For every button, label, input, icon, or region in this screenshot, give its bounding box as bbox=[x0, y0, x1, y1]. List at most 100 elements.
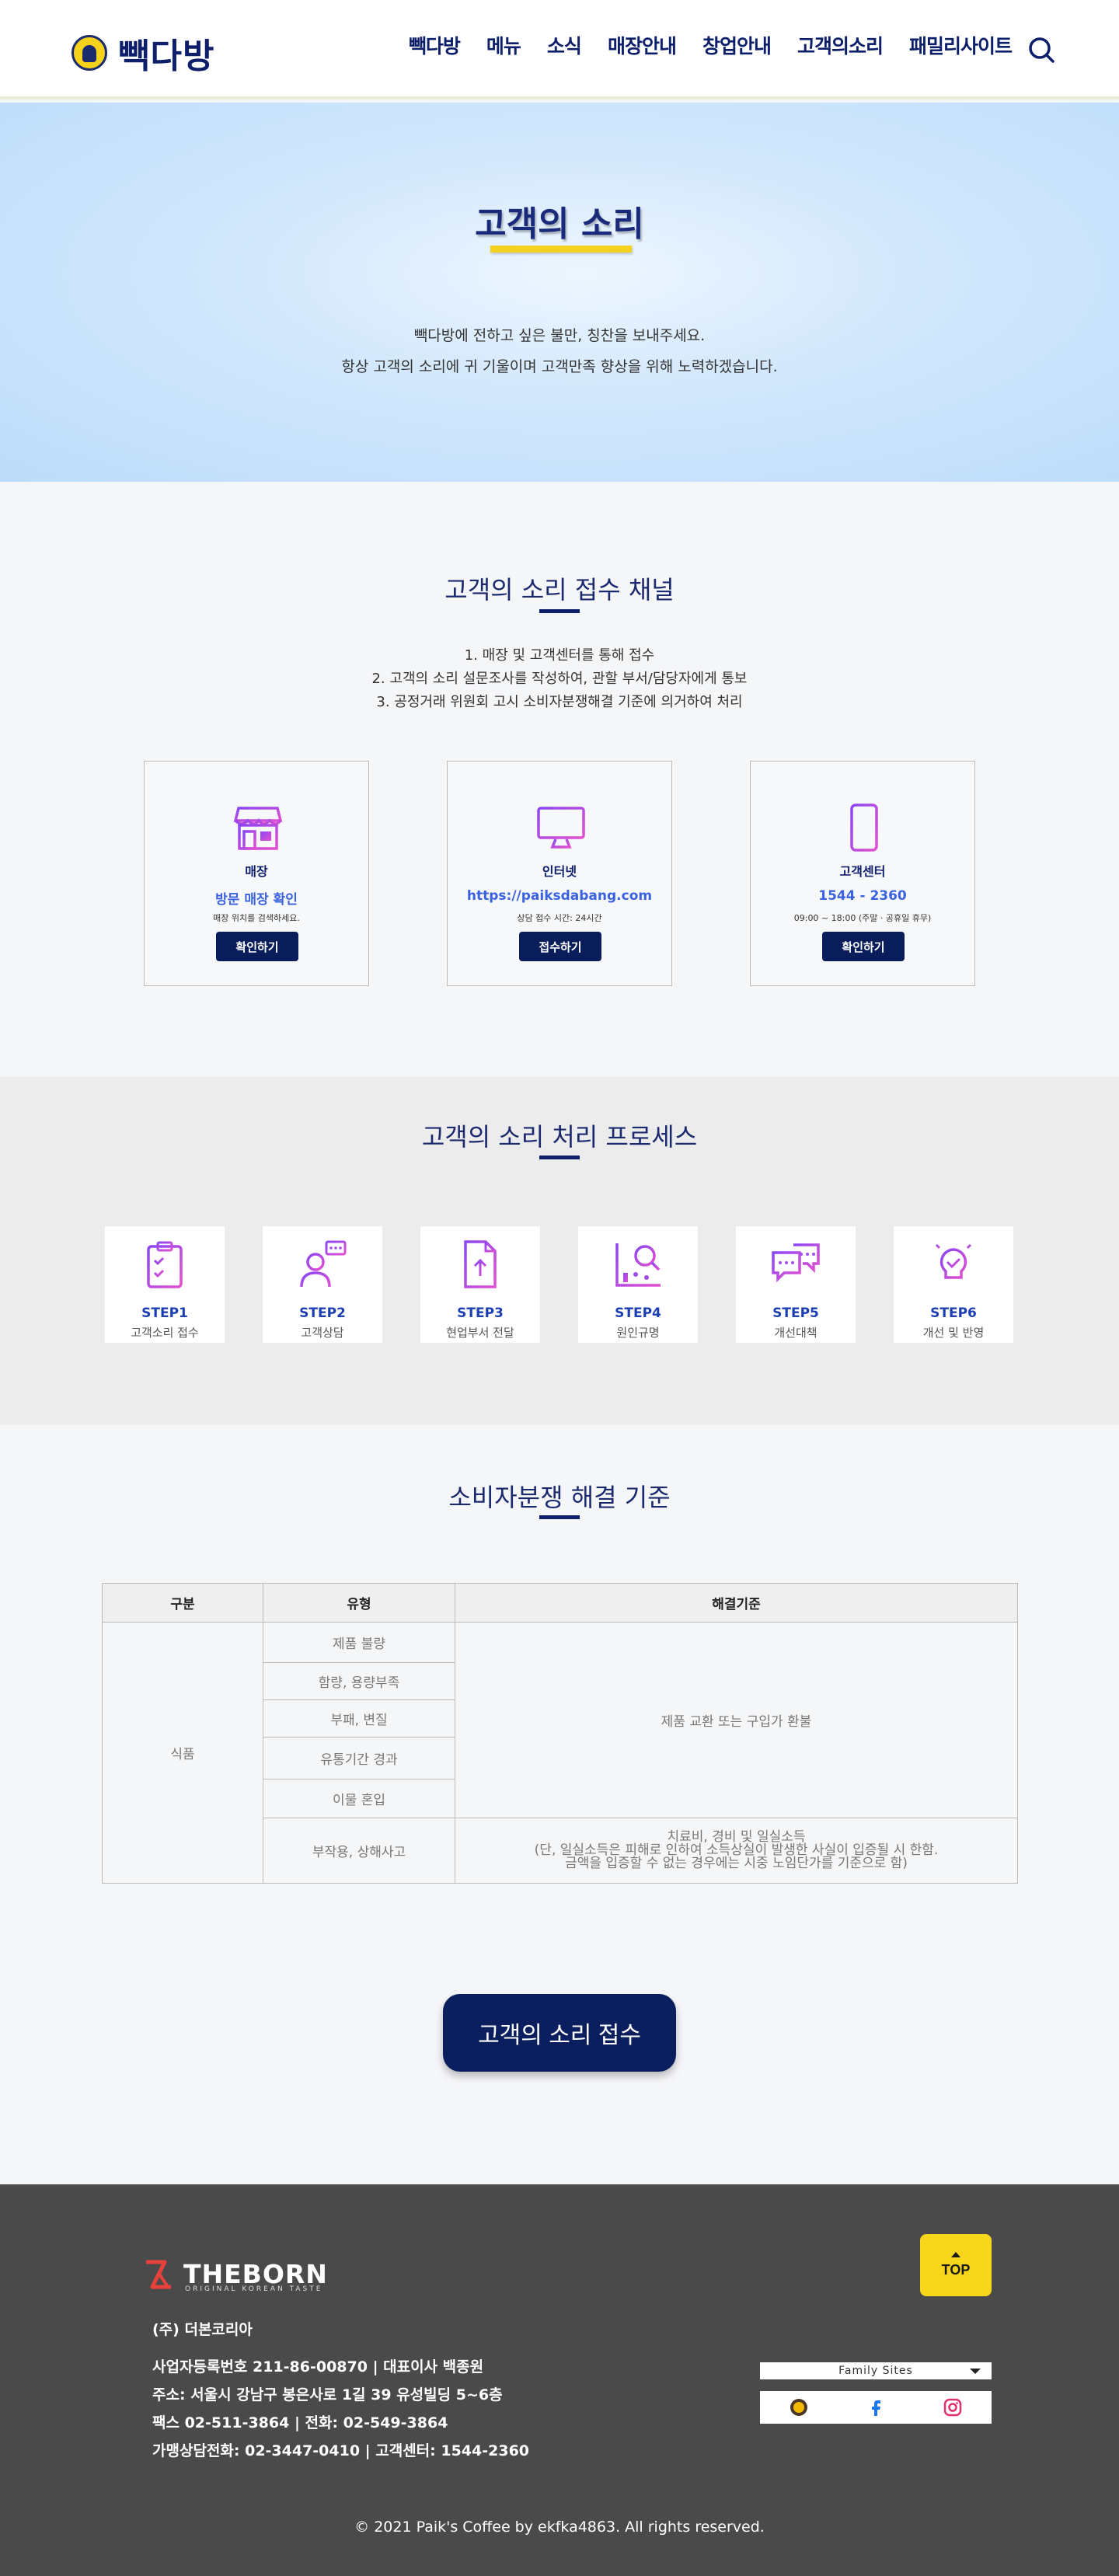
channel-item: 2. 고객의 소리 설문조사를 작성하여, 관할 부서/담당자에게 통보 bbox=[371, 671, 748, 687]
hero-text-2: 항상 고객의 소리에 귀 기울이며 고객만족 향상을 위해 노력하겠습니다. bbox=[341, 358, 778, 375]
step-text: 원인규명 bbox=[616, 1326, 660, 1340]
step-text: 고객소리 접수 bbox=[131, 1326, 199, 1340]
card-label: 매장 bbox=[245, 864, 268, 879]
card-desc: 09:00 ~ 18:00 (주말 · 공휴일 휴무) bbox=[793, 913, 932, 923]
logo-face-icon bbox=[71, 35, 107, 71]
main-nav: 빽다방 메뉴 소식 매장안내 창업안내 고객의소리 패밀리사이트 bbox=[409, 31, 1013, 59]
card-desc: 매장 위치를 검색하세요. bbox=[213, 913, 300, 923]
card-link[interactable]: 방문 매장 확인 bbox=[145, 888, 368, 908]
monitor-icon bbox=[537, 807, 585, 849]
card-link[interactable]: https://paiksdabang.com bbox=[448, 888, 671, 904]
process-step-4: STEP4 원인규명 bbox=[578, 1226, 698, 1343]
step-text: 개선 및 반영 bbox=[922, 1326, 985, 1340]
process-step-6: STEP6 개선 및 반영 bbox=[894, 1226, 1013, 1343]
channel-card-internet: 인터넷 https://paiksdabang.com 상담 접수 시간: 24… bbox=[447, 761, 672, 986]
chat-bubbles-icon bbox=[772, 1243, 820, 1283]
brand-logo[interactable]: 빽다방 bbox=[71, 28, 214, 78]
channel-item: 3. 공정거래 위원회 고시 소비자분쟁해결 기준에 의거하여 처리 bbox=[376, 694, 743, 710]
social-links bbox=[760, 2391, 992, 2424]
type-cell: 이물 혼입 bbox=[263, 1779, 455, 1818]
internet-submit-button[interactable]: 접수하기 bbox=[519, 932, 601, 961]
dispute-title: 소비자분쟁 해결 기준 bbox=[448, 1483, 671, 1512]
nav-item-franchise[interactable]: 창업안내 bbox=[702, 31, 772, 59]
nav-item-paiks[interactable]: 빽다방 bbox=[409, 31, 461, 59]
kakao-story-icon[interactable] bbox=[789, 2397, 809, 2417]
process-step-2: STEP2 고객상담 bbox=[263, 1226, 382, 1343]
step-text: 현업부서 전달 bbox=[446, 1326, 514, 1340]
footer-info-line: 주소: 서울시 강남구 봉은사로 1길 39 유성빌딩 5~6층 bbox=[152, 2386, 503, 2403]
step-number: STEP3 bbox=[457, 1305, 504, 1321]
channel-card-callcenter: 고객센터 1544 - 2360 09:00 ~ 18:00 (주말 · 공휴일… bbox=[750, 761, 975, 986]
column-header: 유형 bbox=[263, 1583, 455, 1623]
card-label: 고객센터 bbox=[839, 864, 886, 879]
step-text: 개선대책 bbox=[774, 1326, 817, 1340]
type-cell: 부작용, 상해사고 bbox=[263, 1818, 455, 1884]
step-number: STEP1 bbox=[141, 1305, 188, 1321]
brand-name: 빽다방 bbox=[118, 37, 215, 76]
theborn-tagline: ORIGINAL KOREAN TASTE bbox=[185, 2285, 323, 2293]
nav-item-voice[interactable]: 고객의소리 bbox=[797, 31, 884, 59]
process-step-1: STEP1 고객소리 접수 bbox=[105, 1226, 225, 1343]
process-step-5: STEP5 개선대책 bbox=[736, 1226, 856, 1343]
search-icon[interactable] bbox=[1027, 36, 1055, 64]
step-number: STEP4 bbox=[615, 1305, 661, 1321]
footer-info-line: 팩스 02-511-3864 | 전화: 02-549-3864 bbox=[152, 2414, 448, 2431]
process-title: 고객의 소리 처리 프로세스 bbox=[421, 1122, 698, 1152]
caret-up-icon bbox=[951, 2252, 960, 2257]
type-cell: 부패, 변질 bbox=[263, 1699, 455, 1738]
footer-info-line: 가맹상담전화: 02-3447-0410 | 고객센터: 1544-2360 bbox=[152, 2442, 530, 2459]
channel-card-store: 매장 방문 매장 확인 매장 위치를 검색하세요. 확인하기 bbox=[144, 761, 369, 986]
top-label: TOP bbox=[941, 2262, 971, 2278]
lightbulb-icon bbox=[931, 1240, 976, 1284]
scroll-top-button[interactable]: TOP bbox=[920, 2234, 992, 2296]
title-highlight bbox=[490, 246, 632, 253]
card-link[interactable]: 1544 - 2360 bbox=[751, 888, 974, 904]
resolution-cell: 제품 교환 또는 구입가 환불 bbox=[455, 1622, 1018, 1818]
site-header: 빽다방 빽다방 메뉴 소식 매장안내 창업안내 고객의소리 패밀리사이트 bbox=[0, 0, 1119, 99]
store-icon bbox=[233, 807, 283, 850]
type-cell: 유통기간 경과 bbox=[263, 1737, 455, 1779]
family-sites-label: Family Sites bbox=[838, 2365, 913, 2377]
resolution-cell: 치료비, 경비 및 일실소득 (단, 일실소득은 피해로 인하여 소득상실이 발… bbox=[455, 1818, 1018, 1884]
instagram-icon[interactable] bbox=[943, 2397, 963, 2417]
voice-submit-button[interactable]: 고객의 소리 접수 bbox=[443, 1994, 676, 2072]
copyright: © 2021 Paik's Coffee by ekfka4863. All r… bbox=[354, 2518, 765, 2536]
page-title: 고객의 소리 bbox=[475, 204, 644, 244]
card-desc: 상담 접수 시간: 24시간 bbox=[517, 913, 602, 923]
phone-icon bbox=[850, 803, 878, 852]
table-header-row: 구분 유형 해결기준 bbox=[102, 1583, 1018, 1623]
column-header: 해결기준 bbox=[455, 1583, 1018, 1623]
resolution-text: 금액을 입증할 수 없는 경우에는 시중 노임단가를 기준으로 함) bbox=[565, 1856, 908, 1871]
category-cell: 식품 bbox=[102, 1622, 263, 1884]
document-upload-icon bbox=[464, 1240, 497, 1288]
nav-item-family[interactable]: 패밀리사이트 bbox=[909, 31, 1013, 59]
theborn-name: THEBORN bbox=[183, 2258, 328, 2289]
nav-item-menu[interactable]: 메뉴 bbox=[486, 31, 521, 59]
chevron-down-icon bbox=[970, 2369, 981, 2374]
type-cell: 제품 불량 bbox=[263, 1622, 455, 1663]
hero-banner: 고객의 소리 빽다방에 전하고 싶은 불만, 칭찬을 보내주세요. 항상 고객의… bbox=[0, 103, 1119, 482]
hero-text-1: 빽다방에 전하고 싶은 불만, 칭찬을 보내주세요. bbox=[413, 327, 706, 344]
clipboard-icon bbox=[147, 1241, 183, 1288]
step-number: STEP2 bbox=[299, 1305, 346, 1321]
facebook-icon[interactable] bbox=[866, 2397, 886, 2417]
callcenter-confirm-button[interactable]: 확인하기 bbox=[822, 932, 905, 961]
title-divider bbox=[539, 1515, 580, 1519]
site-footer: THEBORN ORIGINAL KOREAN TASTE (주) 더본코리아 … bbox=[0, 2184, 1119, 2576]
family-sites-select[interactable]: Family Sites bbox=[760, 2362, 992, 2379]
step-number: STEP5 bbox=[772, 1305, 819, 1321]
column-header: 구분 bbox=[102, 1583, 263, 1623]
process-step-3: STEP3 현업부서 전달 bbox=[420, 1226, 540, 1343]
company-name: (주) 더본코리아 bbox=[152, 2321, 253, 2338]
channels-list: 1. 매장 및 고객센터를 통해 접수 2. 고객의 소리 설문조사를 작성하여… bbox=[0, 644, 1119, 714]
nav-item-stores[interactable]: 매장안내 bbox=[608, 31, 677, 59]
store-confirm-button[interactable]: 확인하기 bbox=[216, 932, 298, 961]
step-number: STEP6 bbox=[930, 1305, 977, 1321]
footer-info-line: 사업자등록번호 211-86-00870 | 대표이사 백종원 bbox=[152, 2358, 484, 2376]
channel-item: 1. 매장 및 고객센터를 통해 접수 bbox=[464, 647, 655, 664]
type-cell: 함량, 용량부족 bbox=[263, 1662, 455, 1700]
title-divider bbox=[539, 1156, 580, 1159]
nav-item-news[interactable]: 소식 bbox=[547, 31, 582, 59]
analysis-icon bbox=[615, 1243, 661, 1287]
consultant-icon bbox=[300, 1240, 347, 1288]
